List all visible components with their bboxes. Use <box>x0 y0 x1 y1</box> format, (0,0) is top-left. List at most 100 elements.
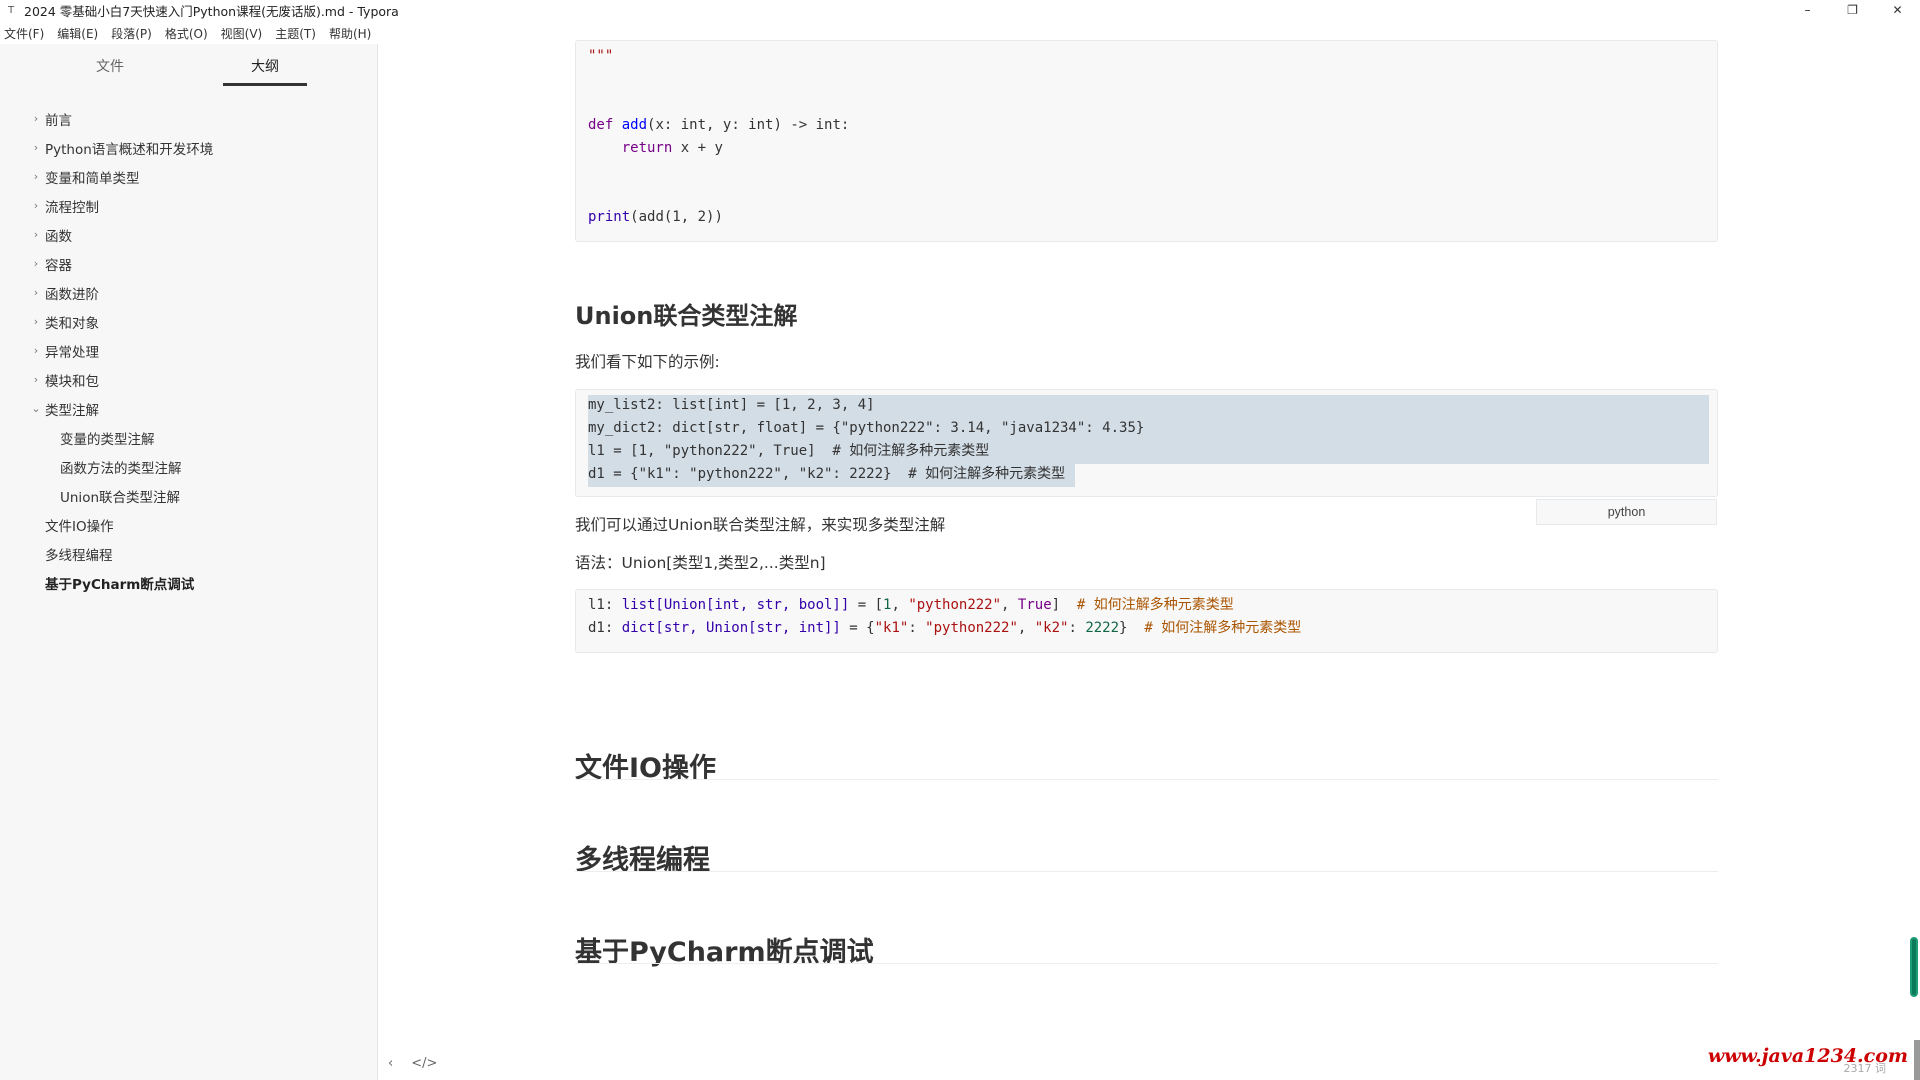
return-expr: x + y <box>672 140 723 156</box>
source-code-mode-icon[interactable]: </> <box>411 1056 437 1071</box>
outline-item[interactable]: › 容器 <box>0 249 378 278</box>
sidebar: 文件 大纲 › 前言 › Python语言概述和开发环境 › 变量和简单类型 › 流程控制 › 函… <box>0 44 378 1080</box>
tab-outline[interactable]: 大纲 <box>223 56 307 86</box>
menu-view[interactable]: 视图(V) <box>221 25 263 42</box>
outline-item-label: 类和对象 <box>45 315 99 332</box>
type-l1: list[Union[int, str, bool]] <box>621 597 850 613</box>
code-language-input[interactable]: python <box>1536 499 1717 525</box>
string: "k1" <box>874 620 909 636</box>
window-title: 2024 零基础小白7天快速入门Python课程(无废话版).md - Typo… <box>24 3 399 19</box>
chevron-right-icon[interactable]: › <box>29 257 43 270</box>
var-d1: d1 <box>588 620 605 636</box>
minimize-button[interactable]: – <box>1785 0 1830 20</box>
number: 2222 <box>1085 620 1120 636</box>
close-button[interactable]: ✕ <box>1875 0 1920 20</box>
window-controls: – ❐ ✕ <box>1785 0 1920 20</box>
outline-item[interactable]: › Python语言概述和开发环境 <box>0 133 378 162</box>
function-params: (x: int, y: int) -> int: <box>647 117 850 133</box>
outline-item[interactable]: › 函数进阶 <box>0 278 378 307</box>
chevron-right-icon[interactable]: › <box>29 228 43 241</box>
code-line: my_list2: list[int] = [1, 2, 3, 4] <box>588 397 875 413</box>
var-l1: l1 <box>588 597 605 613</box>
outline-item-label: 函数方法的类型注解 <box>60 460 182 477</box>
chevron-right-icon[interactable]: › <box>29 199 43 212</box>
heading-union: Union联合类型注解 <box>575 302 798 330</box>
comment: # 如何注解多种元素类型 <box>1076 597 1234 613</box>
chevron-right-icon[interactable]: › <box>29 141 43 154</box>
chevron-right-icon[interactable]: › <box>29 315 43 328</box>
outline-item-label: 前言 <box>45 112 72 129</box>
bracket: [ <box>874 597 884 613</box>
outline-item[interactable]: › 异常处理 <box>0 336 378 365</box>
outline-item[interactable]: › 函数 <box>0 220 378 249</box>
restore-button[interactable]: ❐ <box>1830 0 1875 20</box>
menu-format[interactable]: 格式(O) <box>165 25 208 42</box>
heading-underline <box>575 871 1718 872</box>
code-block-add[interactable]: """ def add(x: int, y: int) -> int: retu… <box>575 40 1718 242</box>
scrollbar-track[interactable] <box>1914 1040 1920 1080</box>
chevron-right-icon[interactable]: › <box>29 286 43 299</box>
type-d1: dict[str, Union[str, int]] <box>621 620 841 636</box>
outline-item[interactable]: › 模块和包 <box>0 365 378 394</box>
code-line: d1 = {"k1": "python222", "k2": 2222} # 如… <box>588 466 1066 482</box>
tab-files[interactable]: 文件 <box>68 56 152 86</box>
chevron-right-icon[interactable]: › <box>29 170 43 183</box>
keyword-return: return <box>621 140 673 156</box>
outline-item[interactable]: › 变量和简单类型 <box>0 162 378 191</box>
number: 1 <box>883 597 892 613</box>
para-example: 我们看下如下的示例: <box>575 353 720 371</box>
outline-item[interactable]: 基于PyCharm断点调试 <box>0 568 378 597</box>
scrollbar-thumb[interactable] <box>1910 937 1918 997</box>
code-line: l1: list[Union[int, str, bool]] = [1, "p… <box>588 597 1234 613</box>
function-name: add <box>621 117 648 133</box>
menu-theme[interactable]: 主题(T) <box>275 25 316 42</box>
code-line: l1 = [1, "python222", True] # 如何注解多种元素类型 <box>588 443 990 459</box>
outline-item-label: 变量的类型注解 <box>60 431 155 448</box>
word-count[interactable]: 2317 词 <box>1844 1060 1887 1076</box>
menu-file[interactable]: 文件(F) <box>4 25 44 42</box>
atom-true: True <box>1017 597 1052 613</box>
menu-help[interactable]: 帮助(H) <box>329 25 371 42</box>
chevron-down-icon[interactable]: ⌄ <box>29 402 43 415</box>
code-line: print(add(1, 2)) <box>588 206 1705 229</box>
code-block-union[interactable]: l1: list[Union[int, str, bool]] = [1, "p… <box>575 589 1718 653</box>
chevron-right-icon[interactable]: › <box>29 112 43 125</box>
outline-item[interactable]: › 流程控制 <box>0 191 378 220</box>
outline-item-label: 模块和包 <box>45 373 99 390</box>
sidebar-tabs: 文件 大纲 <box>0 56 378 86</box>
outline-item[interactable]: 变量的类型注解 <box>0 423 378 452</box>
outline-item-label: 函数进阶 <box>45 286 99 303</box>
menu-edit[interactable]: 编辑(E) <box>57 25 98 42</box>
outline-item-label: Union联合类型注解 <box>60 489 181 506</box>
menu-bar: 文件(F) 编辑(E) 段落(P) 格式(O) 视图(V) 主题(T) 帮助(H… <box>0 22 384 44</box>
outline-item[interactable]: 函数方法的类型注解 <box>0 452 378 481</box>
para-union: 我们可以通过Union联合类型注解，来实现多类型注解 <box>575 516 946 534</box>
string: "python222" <box>908 597 1002 613</box>
para-syntax: 语法：Union[类型1,类型2,...类型n] <box>575 554 826 572</box>
collapse-sidebar-icon[interactable]: ‹ <box>388 1056 393 1071</box>
chevron-right-icon[interactable]: › <box>29 344 43 357</box>
outline-item-label: 文件IO操作 <box>45 518 114 535</box>
chevron-right-icon[interactable]: › <box>29 373 43 386</box>
outline-item-label: 函数 <box>45 228 72 245</box>
outline-item-label: Python语言概述和开发环境 <box>45 141 214 158</box>
code-block-selected[interactable]: my_list2: list[int] = [1, 2, 3, 4] my_di… <box>575 389 1718 497</box>
outline-item[interactable]: › 类和对象 <box>0 307 378 336</box>
menu-paragraph[interactable]: 段落(P) <box>111 25 152 42</box>
outline-item[interactable]: 文件IO操作 <box>0 510 378 539</box>
outline-item-label: 多线程编程 <box>45 547 113 564</box>
heading-underline <box>575 779 1718 780</box>
outline-item[interactable]: ⌄ 类型注解 <box>0 394 378 423</box>
outline-item[interactable]: 多线程编程 <box>0 539 378 568</box>
outline-item-label: 类型注解 <box>45 402 99 419</box>
outline-item-label: 容器 <box>45 257 72 274</box>
code-line: def add(x: int, y: int) -> int: <box>588 114 1705 137</box>
comment: # 如何注解多种元素类型 <box>1144 620 1302 636</box>
outline-item[interactable]: › 前言 <box>0 104 378 133</box>
outline-item[interactable]: Union联合类型注解 <box>0 481 378 510</box>
outline-item-label: 变量和简单类型 <box>45 170 140 187</box>
